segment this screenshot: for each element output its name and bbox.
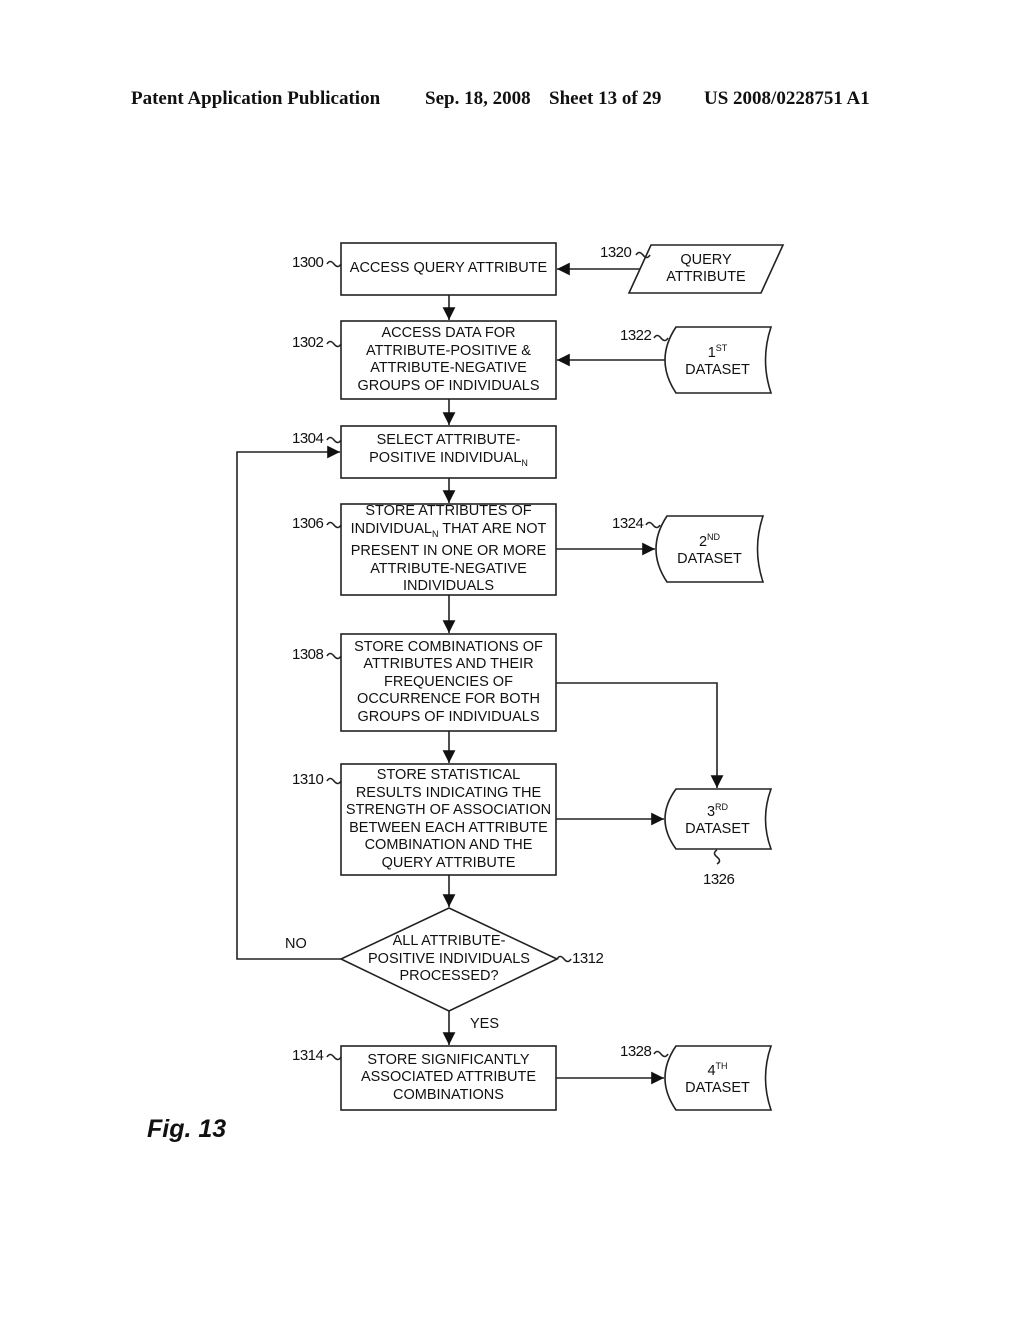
input-1320-text: QUERY ATTRIBUTE [640, 245, 772, 293]
ref-1306: 1306 [292, 515, 324, 532]
ref-1322: 1322 [620, 327, 652, 344]
ordinal-suffix: RD [715, 802, 729, 813]
step-1308-line: ATTRIBUTES AND THEIR [363, 656, 534, 673]
leader-1312 [556, 955, 572, 963]
dataset-1328-ordinal: 4TH [685, 1058, 750, 1080]
step-1310-text: STORE STATISTICAL RESULTS INDICATING THE… [341, 764, 556, 875]
ordinal-number: 4 [707, 1062, 716, 1079]
step-1306-line: STORE ATTRIBUTES OF [365, 503, 532, 520]
dataset-1322-text: 1ST DATASET [664, 327, 771, 393]
step-1302-line: ACCESS DATA FOR [381, 325, 516, 341]
figure-label: Fig. 13 [147, 1115, 227, 1143]
ordinal-suffix: ND [707, 532, 721, 543]
step-1306-line: INDIVIDUALN THAT ARE NOT [351, 521, 547, 543]
input-1320-line: QUERY [680, 251, 732, 268]
leader-1326 [713, 849, 721, 865]
step-1310-line: QUERY ATTRIBUTE [381, 854, 516, 871]
leader-1314 [326, 1053, 342, 1061]
step-1310-line: STRENGTH OF ASSOCIATION [345, 802, 552, 818]
loop-no-1312-1304 [236, 445, 341, 960]
ref-1328: 1328 [620, 1043, 652, 1060]
step-1312-line: POSITIVE INDIVIDUALS [368, 950, 530, 967]
step-1304-text: SELECT ATTRIBUTE- POSITIVE INDIVIDUALN [341, 426, 556, 478]
input-1320-line: ATTRIBUTE [666, 269, 746, 285]
branch-yes-label: YES [470, 1016, 500, 1032]
step-1306-word: THAT ARE NOT [438, 520, 547, 537]
step-1304-line: POSITIVE INDIVIDUALN [369, 450, 528, 472]
step-1312-text: ALL ATTRIBUTE- POSITIVE INDIVIDUALS PROC… [341, 908, 557, 1011]
step-1302-line: ATTRIBUTE-POSITIVE & [366, 342, 531, 359]
step-1314-line: ASSOCIATED ATTRIBUTE [360, 1069, 537, 1086]
ref-1304: 1304 [292, 430, 324, 447]
step-1308-line: GROUPS OF INDIVIDUALS [357, 708, 540, 725]
ref-1326: 1326 [703, 871, 735, 888]
leader-1300 [326, 260, 342, 268]
step-1304-line: SELECT ATTRIBUTE- [376, 432, 521, 449]
step-1304-word: POSITIVE INDIVIDUAL [369, 449, 522, 466]
step-1300-text: ACCESS QUERY ATTRIBUTE [341, 243, 556, 295]
arrow-1308-1326 [556, 682, 724, 788]
step-1306-line: PRESENT IN ONE OR MORE [350, 543, 547, 560]
dataset-1324-ordinal: 2ND [677, 529, 742, 551]
step-1314-text: STORE SIGNIFICANTLY ASSOCIATED ATTRIBUTE… [341, 1046, 556, 1110]
step-1312-line: ALL ATTRIBUTE- [392, 933, 506, 950]
step-1312-line: PROCESSED? [399, 968, 499, 985]
dataset-1328-text: 4TH DATASET [664, 1046, 771, 1110]
step-1306-text: STORE ATTRIBUTES OF INDIVIDUALN THAT ARE… [341, 503, 556, 595]
ref-1300: 1300 [292, 254, 324, 271]
step-1314-line: COMBINATIONS [393, 1086, 504, 1103]
step-1306-line: ATTRIBUTE-NEGATIVE [370, 560, 527, 577]
ref-1320: 1320 [600, 244, 632, 261]
leader-1308 [326, 652, 342, 660]
step-1302-line: GROUPS OF INDIVIDUALS [357, 377, 540, 394]
step-1310-line: COMBINATION AND THE [364, 837, 533, 853]
leader-1304 [326, 436, 342, 444]
ordinal-number: 3 [706, 803, 716, 820]
branch-no-label: NO [285, 936, 307, 952]
ref-1308: 1308 [292, 646, 324, 663]
step-1302-text: ACCESS DATA FOR ATTRIBUTE-POSITIVE & ATT… [341, 321, 556, 399]
leader-1306 [326, 521, 342, 529]
step-1310-line: STORE STATISTICAL [376, 767, 521, 783]
step-1308-text: STORE COMBINATIONS OF ATTRIBUTES AND THE… [341, 634, 556, 731]
step-1302-line: ATTRIBUTE-NEGATIVE [370, 360, 527, 376]
ref-1312: 1312 [572, 950, 604, 967]
ordinal-number: 1 [707, 344, 716, 361]
dataset-1322-label: DATASET [685, 362, 750, 379]
step-1306-word: INDIVIDUAL [350, 520, 432, 537]
leader-1302 [326, 340, 342, 348]
subscript-n: N [521, 457, 528, 468]
step-1308-line: FREQUENCIES OF [384, 673, 513, 690]
step-1308-line: STORE COMBINATIONS OF [354, 638, 543, 655]
step-1314-line: STORE SIGNIFICANTLY [367, 1051, 530, 1068]
dataset-1326-ordinal: 3RD [685, 799, 750, 821]
ordinal-suffix: TH [715, 1061, 728, 1072]
dataset-1328-label: DATASET [685, 1080, 750, 1097]
ref-1302: 1302 [292, 334, 324, 351]
dataset-1324-text: 2ND DATASET [656, 516, 763, 582]
dataset-1322-ordinal: 1ST [685, 340, 750, 362]
step-1310-line: BETWEEN EACH ATTRIBUTE [349, 819, 548, 836]
dataset-1324-label: DATASET [677, 551, 742, 568]
ordinal-number: 2 [698, 533, 708, 550]
ref-1324: 1324 [612, 515, 644, 532]
ref-1310: 1310 [292, 771, 324, 788]
step-1300-label: ACCESS QUERY ATTRIBUTE [349, 260, 548, 277]
dataset-1326-text: 3RD DATASET [664, 789, 771, 849]
dataset-1326-label: DATASET [685, 821, 750, 838]
leader-1310 [326, 777, 342, 785]
step-1306-line: INDIVIDUALS [402, 578, 495, 595]
ref-1314: 1314 [292, 1047, 324, 1064]
ordinal-suffix: ST [715, 343, 728, 354]
step-1308-line: OCCURRENCE FOR BOTH [357, 691, 540, 708]
step-1310-line: RESULTS INDICATING THE [355, 784, 542, 801]
